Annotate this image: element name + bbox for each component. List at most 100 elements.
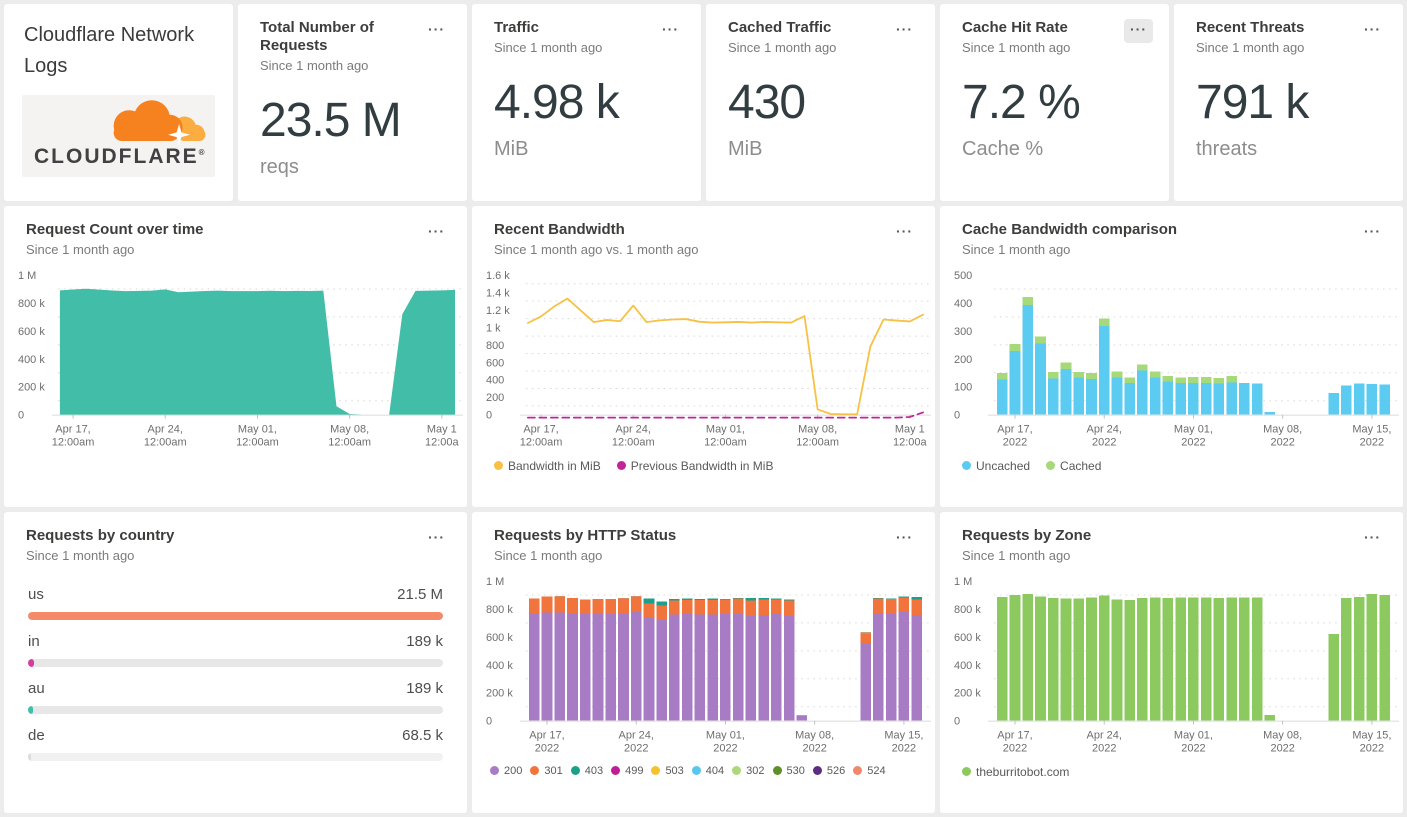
stat-card-recent-threats: Recent Threats Since 1 month ago ··· 791… [1174,4,1403,201]
stat-card-cache-hit-rate: Cache Hit Rate Since 1 month ago ··· 7.2… [940,4,1169,201]
legend-label: 526 [826,764,846,777]
legend-item-526: 526 [812,764,846,777]
card-menu-button[interactable]: ··· [422,19,451,43]
chart-svg-bandwidth: 02004006008001 k1.2 k1.4 k1.6 kApr 17,12… [486,270,931,449]
card-menu-button[interactable]: ··· [890,527,919,551]
card-menu-button[interactable]: ··· [1358,19,1387,43]
legend-dot-icon [691,766,701,776]
svg-text:1.2 k: 1.2 k [486,305,510,317]
stat-value: 23.5 M [260,94,402,147]
card-menu-button[interactable]: ··· [422,527,451,551]
card-menu-button[interactable]: ··· [656,19,685,43]
country-value: 68.5 k [402,727,443,744]
svg-text:200: 200 [954,354,972,366]
svg-text:600 k: 600 k [18,326,45,338]
stat-title: Traffic [494,19,540,36]
legend-label: Cached [1060,458,1102,473]
dashboard: Cloudflare Network Logs CLOUDFLARE® Tota… [0,0,1407,817]
country-bar-fill [28,753,31,761]
stat-subtitle: Since 1 month ago [494,40,603,55]
svg-text:0: 0 [486,410,492,422]
country-row-au: au 189 k [4,667,467,714]
chart-legend: Uncached Cached [940,455,1403,473]
svg-text:Apr 24,: Apr 24, [616,424,651,436]
chart-subtitle: Since 1 month ago [962,548,1071,563]
legend-label: 499 [625,764,644,777]
svg-text:600 k: 600 k [954,632,981,644]
svg-text:2022: 2022 [1270,743,1294,755]
svg-text:1 M: 1 M [18,270,36,282]
svg-text:May 1: May 1 [427,424,457,436]
chart-subtitle: Since 1 month ago [26,242,135,257]
legend-item-301: 301 [530,765,563,777]
card-menu-button[interactable]: ··· [1358,221,1387,245]
svg-text:800: 800 [486,340,504,352]
svg-text:May 01,: May 01, [1174,424,1213,436]
chart-legend: 200 301 403 499 503 404 302 530 526 524 [472,761,935,777]
svg-text:2022: 2022 [1003,743,1027,755]
svg-text:100: 100 [954,382,972,394]
http-status-chart: 0 200 k 400 k 600 k 800 k1 M Apr 17, 2022 Apr 2… [472,569,935,761]
country-label: au [28,680,45,697]
svg-text:300: 300 [954,326,972,338]
card-menu-button[interactable]: ··· [890,19,919,43]
legend-label: theburritobot.com [976,764,1070,779]
svg-text:2022: 2022 [1360,743,1384,755]
chart-legend: Bandwidth in MiB Previous Bandwidth in Mi… [472,455,935,473]
svg-text:Apr 24,: Apr 24, [148,424,183,436]
legend-label: 524 [867,764,886,777]
svg-text:1 k: 1 k [486,322,501,334]
legend-dot-icon [732,766,742,776]
svg-text:12:00am: 12:00am [520,437,563,449]
chart-subtitle: Since 1 month ago [494,548,603,563]
chart-svg-zone: 0200 k400 k600 k800 k1 MApr 17,2022Apr 2… [954,576,1399,755]
stat-title: Cached Traffic [728,19,832,36]
legend-item-524: 524 [853,764,886,777]
country-bar-track [28,612,443,620]
svg-text:Apr 17,: Apr 17, [529,730,564,742]
svg-text:2022: 2022 [1360,437,1384,449]
svg-text:200 k: 200 k [486,688,513,700]
svg-text:Apr 17,: Apr 17, [997,730,1032,742]
legend-label: 404 [705,764,725,777]
card-menu-button[interactable]: ··· [1358,527,1387,551]
svg-text:12:00a: 12:00a [425,437,459,449]
legend-label: 200 [504,764,523,777]
legend-item-499: 499 [611,765,643,777]
chart-legend: theburritobot.com [940,761,1403,779]
svg-text:Apr 24,: Apr 24, [619,730,654,742]
svg-text:May 01,: May 01, [1174,730,1213,742]
card-menu-button[interactable]: ··· [422,221,451,245]
country-bar-track [28,753,443,761]
svg-text:400 k: 400 k [486,660,513,672]
svg-text:600: 600 [486,357,504,369]
svg-text:2022: 2022 [892,743,916,755]
stat-value: 791 k [1196,76,1309,129]
legend-label: Bandwidth in MiB [508,458,601,473]
stat-subtitle: Since 1 month ago [728,40,837,55]
svg-text:May 01,: May 01, [706,424,745,436]
legend-item-403: 403 [570,765,603,777]
svg-text:800 k: 800 k [954,604,981,616]
card-menu-button[interactable]: ··· [1124,19,1153,43]
svg-text:May 15,: May 15, [884,730,923,742]
country-value: 21.5 M [397,586,443,603]
chart-title: Cache Bandwidth comparison [962,221,1178,238]
header-card: Cloudflare Network Logs CLOUDFLARE® [4,4,233,201]
stat-subtitle: Since 1 month ago [962,40,1071,55]
request-count-chart: 0 200 k 400 k 600 k 800 k1 M Apr 17, 12:00am Ap… [4,263,467,455]
svg-text:1 M: 1 M [954,576,972,588]
svg-text:1.4 k: 1.4 k [486,287,510,299]
stat-value: 4.98 k [494,76,620,129]
legend-dot-icon [1046,461,1056,471]
svg-text:2022: 2022 [535,743,559,755]
card-menu-button[interactable]: ··· [890,221,919,245]
country-bar-fill [28,659,34,667]
zone-chart: 0 200 k 400 k 600 k 800 k1 M Apr 17, 2022 Apr 2… [940,569,1403,761]
chart-svg-request_count: 0200 k400 k600 k800 k1 MApr 17,12:00amAp… [18,270,463,449]
svg-text:200 k: 200 k [18,382,45,394]
svg-text:12:00am: 12:00am [328,437,371,449]
stat-value: 430 [728,76,806,129]
stat-unit: MiB [494,138,529,160]
svg-text:May 08,: May 08, [330,424,369,436]
